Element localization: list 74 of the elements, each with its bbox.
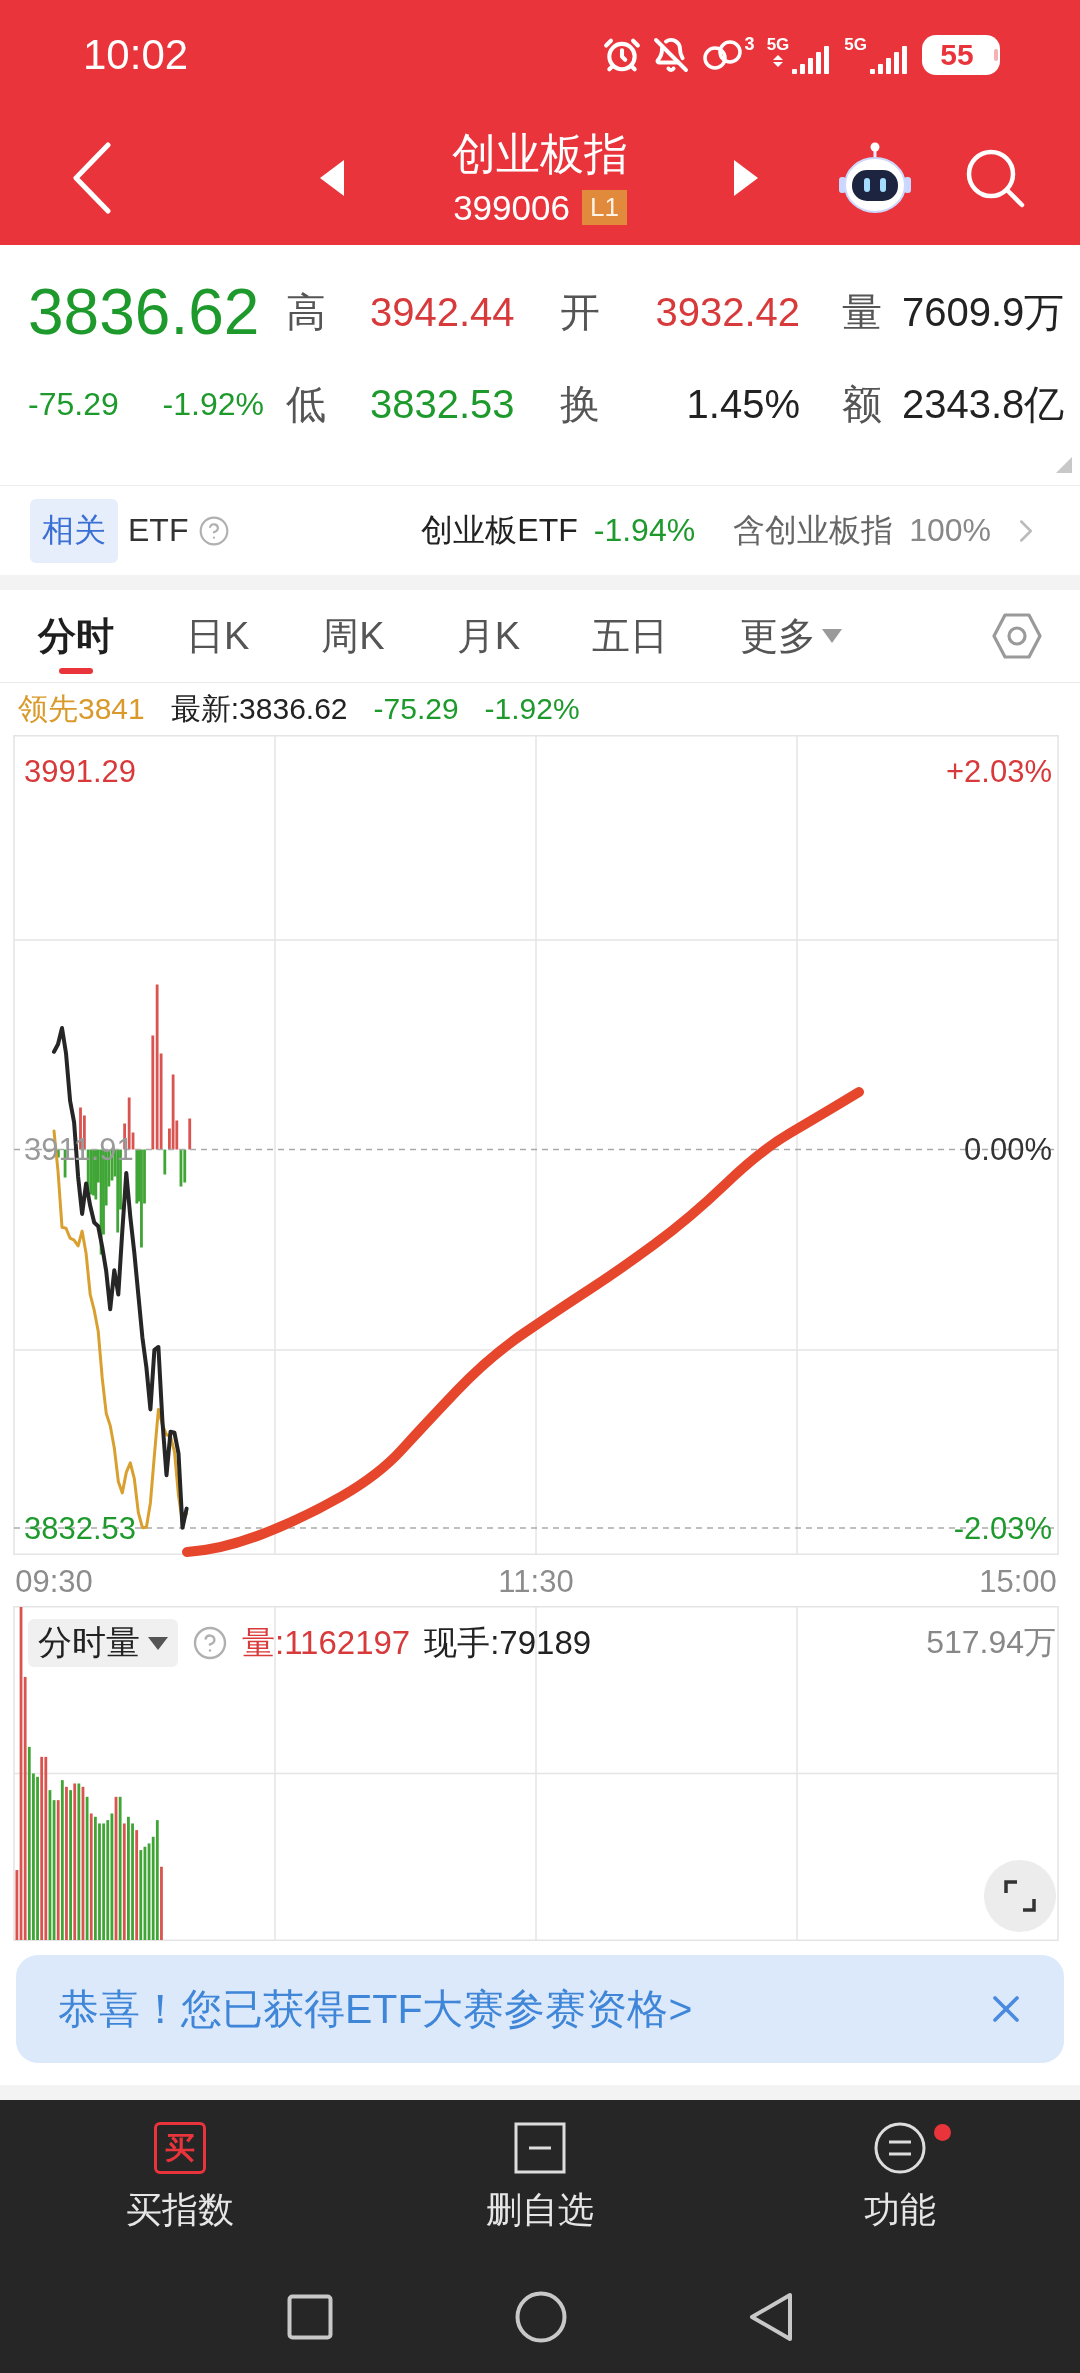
stat-label: 额 (842, 382, 882, 426)
price-change: -75.29 (28, 385, 119, 423)
signal-icon (870, 46, 910, 74)
back-icon[interactable] (72, 141, 112, 214)
stat-value: 3932.42 (655, 290, 800, 334)
index-code: 399006 (453, 190, 570, 226)
chart-tab[interactable]: 五日 (592, 590, 669, 682)
help-icon[interactable] (192, 1625, 228, 1661)
expand-icon (1003, 1879, 1037, 1913)
leading-indicator: 领先3841 (18, 690, 145, 727)
fund-name[interactable]: 创业板ETF (421, 508, 578, 553)
stat-label: 低 (286, 382, 326, 426)
current-hands-text: 现手:79189 (424, 1622, 592, 1663)
network-label: 5G (844, 36, 867, 53)
stat-label: 量 (842, 290, 882, 334)
stat-label: 换 (560, 382, 600, 426)
settings-icon[interactable] (992, 613, 1042, 659)
stat-value: 3832.53 (370, 382, 515, 426)
buy-stamp: 买 (154, 2122, 206, 2174)
stat-value: 7609.9万 (902, 290, 1065, 334)
volume-scale-label: 517.94万 (926, 1623, 1056, 1662)
equals-circle-icon (874, 2122, 926, 2174)
caret-icon (822, 629, 843, 643)
price-change: -75.29 (373, 692, 459, 726)
holding-label: 含创业板指 (733, 510, 894, 550)
volume-text: 量:1162197 (242, 1622, 411, 1663)
circle-nav-icon[interactable] (515, 2290, 567, 2343)
alarm-icon (602, 36, 641, 74)
current-price: 3836.62 (28, 280, 261, 344)
volume-selector[interactable]: 分时量 (28, 1619, 178, 1667)
fund-change: -1.94% (593, 512, 696, 549)
help-icon[interactable] (198, 514, 231, 547)
time-axis-label: 09:30 (15, 1563, 93, 1599)
index-title: 创业板指 (452, 129, 628, 179)
stat-value: 3942.44 (370, 290, 515, 334)
remove-watchlist-button[interactable]: 删自选 (360, 2100, 720, 2260)
percent-axis-label: 0.00% (964, 1132, 1052, 1167)
minus-square-icon (514, 2122, 566, 2174)
stat-label: 高 (286, 290, 326, 334)
linked-rings-icon (700, 38, 745, 72)
back-triangle-nav-icon[interactable] (749, 2291, 793, 2342)
right-triangle-icon[interactable] (734, 159, 758, 196)
price-axis-label: 3832.53 (24, 1510, 137, 1546)
stat-label: 开 (560, 290, 600, 334)
level-badge: L1 (581, 190, 627, 225)
latest-price: 最新:3836.62 (170, 690, 348, 727)
functions-button[interactable]: 功能 (720, 2100, 1080, 2260)
chart-tab[interactable]: 日K (186, 590, 250, 682)
chart-tab[interactable]: 分时 (38, 590, 114, 682)
square-nav-icon[interactable] (287, 2293, 333, 2340)
bell-off-icon (652, 37, 689, 73)
left-triangle-icon[interactable] (320, 159, 344, 196)
stat-value: 1.45% (686, 382, 800, 426)
chart-tab[interactable]: 更多 (740, 590, 843, 682)
link-count: 3 (744, 35, 755, 53)
buy-index-button[interactable]: 买 买指数 (0, 2100, 360, 2260)
percent-change: -1.92% (162, 385, 264, 423)
status-time: 10:02 (83, 34, 189, 76)
time-axis-label: 11:30 (498, 1563, 574, 1599)
chart-tab[interactable]: 周K (321, 590, 385, 682)
percent-axis-label: +2.03% (946, 753, 1052, 789)
chart-tab[interactable]: 月K (456, 590, 521, 682)
percent-change: -1.92% (484, 692, 580, 726)
network-label: 5G (766, 36, 790, 53)
robot-icon[interactable] (838, 140, 912, 215)
related-tag: 相关 (30, 498, 118, 563)
percent-axis-label: -2.03% (953, 1510, 1052, 1546)
battery-indicator: 55 (922, 35, 1000, 75)
etf-label: ETF (128, 512, 189, 549)
holding-percent: 100% (909, 512, 991, 549)
caret-icon (148, 1636, 168, 1650)
time-axis-label: 15:00 (979, 1563, 1057, 1599)
stat-value: 2343.8亿 (902, 382, 1065, 426)
price-axis-label: 3991.29 (24, 753, 137, 789)
